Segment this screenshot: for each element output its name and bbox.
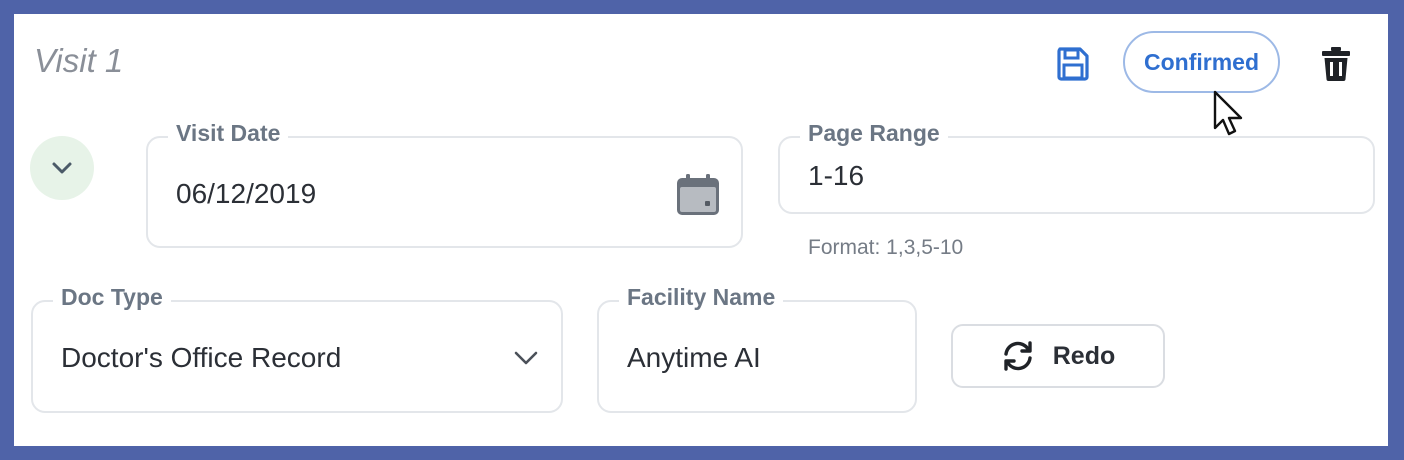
collapse-toggle-button[interactable] — [30, 136, 94, 200]
redo-button[interactable]: Redo — [951, 324, 1165, 388]
page-range-label: Page Range — [800, 120, 948, 147]
delete-button[interactable] — [1318, 44, 1354, 84]
visit-date-label: Visit Date — [168, 120, 289, 147]
trash-icon — [1322, 47, 1350, 81]
doc-type-label: Doc Type — [53, 284, 171, 311]
refresh-icon — [1004, 341, 1032, 371]
visit-date-value[interactable]: 06/12/2019 — [176, 178, 316, 210]
chevron-down-icon — [52, 162, 72, 174]
doc-type-value[interactable]: Doctor's Office Record — [61, 342, 341, 374]
doc-type-select[interactable]: Doc Type Doctor's Office Record — [31, 284, 563, 413]
redo-label: Redo — [1052, 341, 1116, 370]
page-range-helper-text: Format: 1,3,5-10 — [808, 236, 964, 259]
calendar-icon[interactable] — [675, 172, 721, 218]
chevron-down-icon[interactable] — [513, 348, 539, 368]
mouse-pointer-icon — [1213, 90, 1243, 136]
confirmed-status-button[interactable]: Confirmed — [1123, 31, 1280, 93]
facility-name-field[interactable]: Facility Name Anytime AI — [597, 284, 917, 413]
visit-title: Visit 1 — [34, 42, 124, 79]
page-range-value[interactable]: 1-16 — [808, 160, 864, 192]
facility-name-label: Facility Name — [619, 284, 784, 311]
visit-card: Visit 1 Confirmed Visit Date 06/12/2019 — [14, 14, 1388, 446]
page-range-field[interactable]: Page Range 1-16 — [778, 120, 1375, 214]
floppy-disk-icon — [1057, 47, 1089, 81]
save-button[interactable] — [1054, 44, 1092, 84]
visit-date-field[interactable]: Visit Date 06/12/2019 — [146, 120, 743, 248]
facility-name-value[interactable]: Anytime AI — [627, 342, 761, 374]
